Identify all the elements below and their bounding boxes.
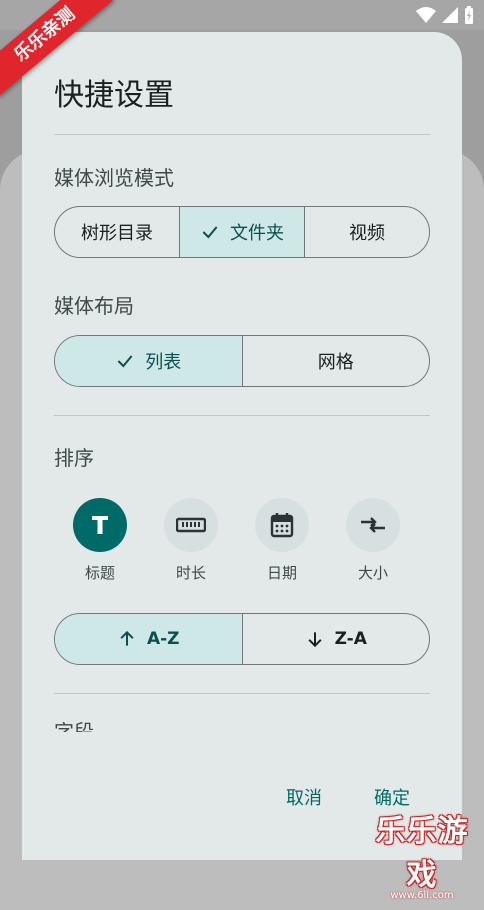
divider [54, 693, 430, 694]
browse-mode-video-button[interactable]: 视频 [304, 207, 429, 257]
sort-option-label: 日期 [266, 564, 297, 582]
title-t-icon [92, 516, 108, 534]
option-label: 列表 [145, 352, 182, 373]
calendar-icon [270, 513, 294, 538]
cancel-button[interactable]: 取消 [286, 784, 322, 810]
sort-size-option[interactable]: 大小 [343, 498, 403, 583]
sort-size-circle[interactable] [346, 498, 400, 552]
option-label: 文件夹 [230, 223, 284, 244]
browse-mode-folder-button[interactable]: 文件夹 [179, 207, 304, 257]
layout-grid-button[interactable]: 网格 [241, 336, 430, 386]
layout-label: 媒体布局 [54, 294, 134, 318]
sort-duration-option[interactable]: 时长 [161, 498, 221, 583]
watermark-logo-text: 乐乐游戏 [375, 814, 469, 893]
arrow-down-icon [308, 632, 322, 648]
option-label: 树形目录 [81, 223, 153, 244]
sort-label: 排序 [54, 446, 94, 470]
fields-label: 字段 [54, 720, 94, 732]
sort-order-segmented: A-Z Z-A [54, 613, 430, 665]
sort-option-label: 标题 [84, 564, 115, 582]
status-icons [416, 6, 474, 24]
sort-option-label: 时长 [175, 564, 206, 582]
option-label: Z-A [334, 629, 367, 649]
arrow-up-icon [120, 630, 134, 646]
check-icon [202, 226, 218, 239]
sort-option-label: 大小 [357, 564, 388, 582]
battery-icon [465, 6, 473, 24]
wifi-icon [416, 7, 436, 23]
swap-arrows-icon [361, 517, 385, 533]
sort-date-option[interactable]: 日期 [252, 498, 312, 583]
browse-mode-label: 媒体浏览模式 [54, 166, 174, 190]
ruler-icon [176, 517, 206, 533]
check-icon [117, 355, 133, 368]
divider [54, 134, 430, 135]
divider [54, 415, 430, 416]
dialog-title: 快捷设置 [54, 78, 174, 113]
sort-title-option[interactable]: 标题 [70, 498, 130, 583]
option-label: 视频 [349, 223, 385, 244]
layout-segmented: 列表 网格 [54, 335, 430, 387]
sort-title-circle[interactable] [73, 498, 127, 552]
quick-settings-dialog: 快捷设置 媒体浏览模式 树形目录 文件夹 视频 媒体布局 列表 网格 排序 标题 [22, 32, 462, 860]
watermark-logo: 乐乐游戏 www.6ll.com [362, 806, 482, 901]
sort-date-circle[interactable] [255, 498, 309, 552]
sort-ascending-button[interactable]: A-Z [55, 614, 242, 664]
layout-list-button[interactable]: 列表 [55, 336, 242, 386]
watermark-logo-url: www.6ll.com [390, 890, 454, 901]
sort-descending-button[interactable]: Z-A [241, 614, 430, 664]
signal-icon [442, 7, 458, 23]
browse-mode-segmented: 树形目录 文件夹 视频 [54, 206, 430, 258]
option-label: A-Z [146, 629, 180, 649]
browse-mode-tree-button[interactable]: 树形目录 [55, 207, 179, 257]
option-label: 网格 [317, 352, 354, 373]
sort-duration-circle[interactable] [164, 498, 218, 552]
